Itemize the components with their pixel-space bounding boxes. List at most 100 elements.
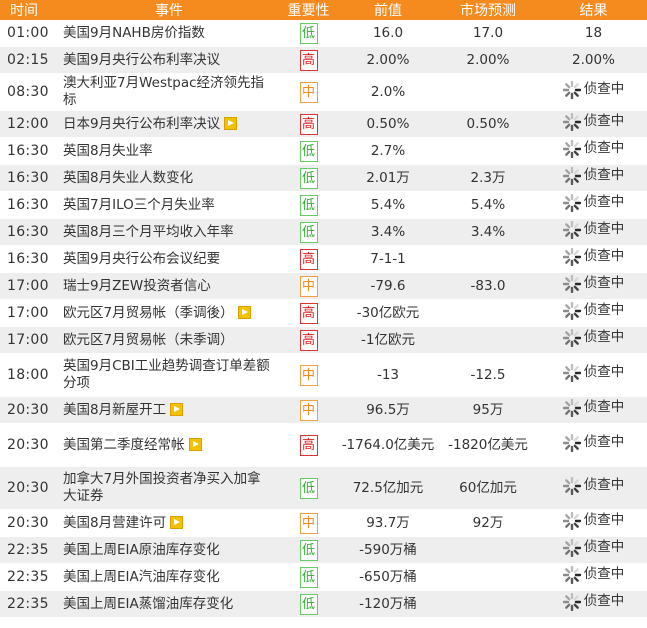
event-time: 22:35 — [0, 563, 61, 591]
forecast-value — [436, 326, 540, 354]
importance-badge: 高 — [299, 49, 318, 71]
forecast-value: 92万 — [436, 509, 540, 537]
table-row[interactable]: 16:30 英国8月失业率 低 2.7% 侦查中 — [0, 137, 647, 165]
table-row[interactable]: 01:00 美国9月NAHB房价指数 低 16.0 17.0 18 — [0, 20, 647, 47]
result-cell: 侦查中 — [540, 137, 647, 165]
event-name: 英国7月ILO三个月失业率 — [63, 196, 215, 213]
spinner-icon — [562, 193, 581, 212]
event-time: 02:15 — [0, 46, 61, 74]
table-row[interactable]: 20:30 美国8月新屋开工 中 96.5万 95万 侦查中 — [0, 396, 647, 424]
event-cell: 美国上周EIA原油库存变化 — [61, 536, 277, 564]
forecast-value: -83.0 — [436, 272, 540, 300]
event-name: 美国9月央行公布利率决议 — [63, 51, 221, 68]
importance-cell: 高 — [277, 110, 340, 138]
table-row[interactable]: 16:30 英国8月三个月平均收入年率 低 3.4% 3.4% 侦查中 — [0, 218, 647, 246]
importance-badge: 低 — [299, 194, 318, 216]
result-status: 侦查中 — [583, 539, 625, 555]
table-row[interactable]: 16:30 英国8月失业人数变化 低 2.01万 2.3万 侦查中 — [0, 164, 647, 192]
importance-badge: 低 — [299, 221, 318, 243]
table-row[interactable]: 08:30 澳大利亚7月Westpac经济领先指标 中 2.0% 侦查中 — [0, 73, 647, 111]
table-row[interactable]: 17:00 瑞士9月ZEW投资者信心 中 -79.6 -83.0 侦查中 — [0, 272, 647, 300]
forecast-value: -12.5 — [436, 353, 540, 397]
result-cell: 侦查中 — [540, 245, 647, 273]
result-cell: 侦查中 — [540, 466, 647, 510]
event-cell: 美国上周EIA蒸馏油库存变化 — [61, 590, 277, 618]
play-icon[interactable] — [170, 516, 184, 529]
spinner-icon — [562, 592, 581, 611]
table-row[interactable]: 22:35 美国上周EIA汽油库存变化 低 -650万桶 侦查中 — [0, 563, 647, 591]
event-time: 22:35 — [0, 590, 61, 618]
table-row[interactable]: 20:30 美国第二季度经常帐 高 -1764.0亿美元 -1820亿美元 侦查中 — [0, 423, 647, 467]
table-row[interactable]: 16:30 英国7月ILO三个月失业率 低 5.4% 5.4% 侦查中 — [0, 191, 647, 219]
table-row[interactable]: 17:00 欧元区7月贸易帐（未季调） 高 -1亿欧元 侦查中 — [0, 326, 647, 354]
importance-cell: 高 — [277, 245, 340, 273]
importance-cell: 高 — [277, 299, 340, 327]
previous-value: 16.0 — [340, 20, 436, 47]
table-row[interactable]: 22:35 美国上周EIA蒸馏油库存变化 低 -120万桶 侦查中 — [0, 590, 647, 618]
importance-cell: 中 — [277, 73, 340, 111]
result-status: 侦查中 — [583, 113, 625, 129]
result-cell: 侦查中 — [540, 218, 647, 246]
spinner-icon — [562, 247, 581, 266]
play-icon[interactable] — [188, 438, 202, 451]
spinner-icon — [562, 538, 581, 557]
importance-badge: 中 — [299, 81, 318, 103]
table-row[interactable]: 12:00 日本9月央行公布利率决议 高 0.50% 0.50% 侦查中 — [0, 110, 647, 138]
result-cell: 侦查中 — [540, 590, 647, 618]
importance-cell: 低 — [277, 20, 340, 47]
previous-value: 2.0% — [340, 73, 436, 111]
event-cell: 美国8月新屋开工 — [61, 396, 277, 424]
previous-value: -590万桶 — [340, 536, 436, 564]
importance-badge: 低 — [299, 477, 318, 499]
event-cell: 欧元区7月贸易帐（未季调） — [61, 326, 277, 354]
result-cell: 侦查中 — [540, 563, 647, 591]
importance-badge: 低 — [299, 22, 318, 44]
table-row[interactable]: 16:30 英国9月央行公布会议纪要 高 7-1-1 侦查中 — [0, 245, 647, 273]
event-cell: 加拿大7月外国投资者净买入加拿大证券 — [61, 466, 277, 510]
previous-value: 3.4% — [340, 218, 436, 246]
result-status: 侦查中 — [583, 140, 625, 156]
play-icon[interactable] — [224, 117, 238, 130]
previous-value: -30亿欧元 — [340, 299, 436, 327]
table-row[interactable]: 20:30 美国8月营建许可 中 93.7万 92万 侦查中 — [0, 509, 647, 537]
spinner-icon — [562, 220, 581, 239]
spinner-icon — [562, 112, 581, 131]
result-status: 侦查中 — [583, 477, 625, 493]
importance-cell: 高 — [277, 423, 340, 467]
forecast-value — [436, 590, 540, 618]
previous-value: 0.50% — [340, 110, 436, 138]
forecast-value — [436, 245, 540, 273]
event-name: 美国上周EIA原油库存变化 — [63, 541, 220, 558]
result-status: 侦查中 — [583, 593, 625, 609]
forecast-value — [436, 73, 540, 111]
result-value: 18 — [540, 20, 647, 47]
importance-badge: 低 — [299, 593, 318, 615]
importance-badge: 低 — [299, 566, 318, 588]
forecast-value: 60亿加元 — [436, 466, 540, 510]
importance-badge: 低 — [299, 167, 318, 189]
event-cell: 欧元区7月贸易帐（季调後） — [61, 299, 277, 327]
play-icon[interactable] — [237, 306, 251, 319]
table-row[interactable]: 22:35 美国上周EIA原油库存变化 低 -590万桶 侦查中 — [0, 536, 647, 564]
economic-calendar-table: 时间 事件 重要性 前值 市场预测 结果 01:00 美国9月NAHB房价指数低 1… — [0, 0, 647, 618]
table-row[interactable]: 17:00 欧元区7月贸易帐（季调後） 高 -30亿欧元 侦查中 — [0, 299, 647, 327]
play-icon[interactable] — [170, 403, 184, 416]
result-cell: 侦查中 — [540, 164, 647, 192]
importance-cell: 高 — [277, 46, 340, 74]
event-time: 20:30 — [0, 423, 61, 467]
importance-cell: 低 — [277, 536, 340, 564]
table-row[interactable]: 02:15 美国9月央行公布利率决议高 2.00% 2.00% 2.00% — [0, 46, 647, 74]
result-cell: 侦查中 — [540, 353, 647, 397]
event-time: 22:35 — [0, 536, 61, 564]
event-cell: 英国8月失业率 — [61, 137, 277, 165]
result-cell: 侦查中 — [540, 509, 647, 537]
event-time: 16:30 — [0, 164, 61, 192]
header-importance: 重要性 — [277, 0, 340, 20]
result-status: 侦查中 — [583, 512, 625, 528]
table-row[interactable]: 18:00 英国9月CBI工业趋势调查订单差额分项 中 -13 -12.5 侦查中 — [0, 353, 647, 397]
previous-value: -1亿欧元 — [340, 326, 436, 354]
event-time: 01:00 — [0, 20, 61, 47]
previous-value: 7-1-1 — [340, 245, 436, 273]
event-cell: 英国8月三个月平均收入年率 — [61, 218, 277, 246]
table-row[interactable]: 20:30 加拿大7月外国投资者净买入加拿大证券 低 72.5亿加元 60亿加元 侦查中 — [0, 466, 647, 510]
